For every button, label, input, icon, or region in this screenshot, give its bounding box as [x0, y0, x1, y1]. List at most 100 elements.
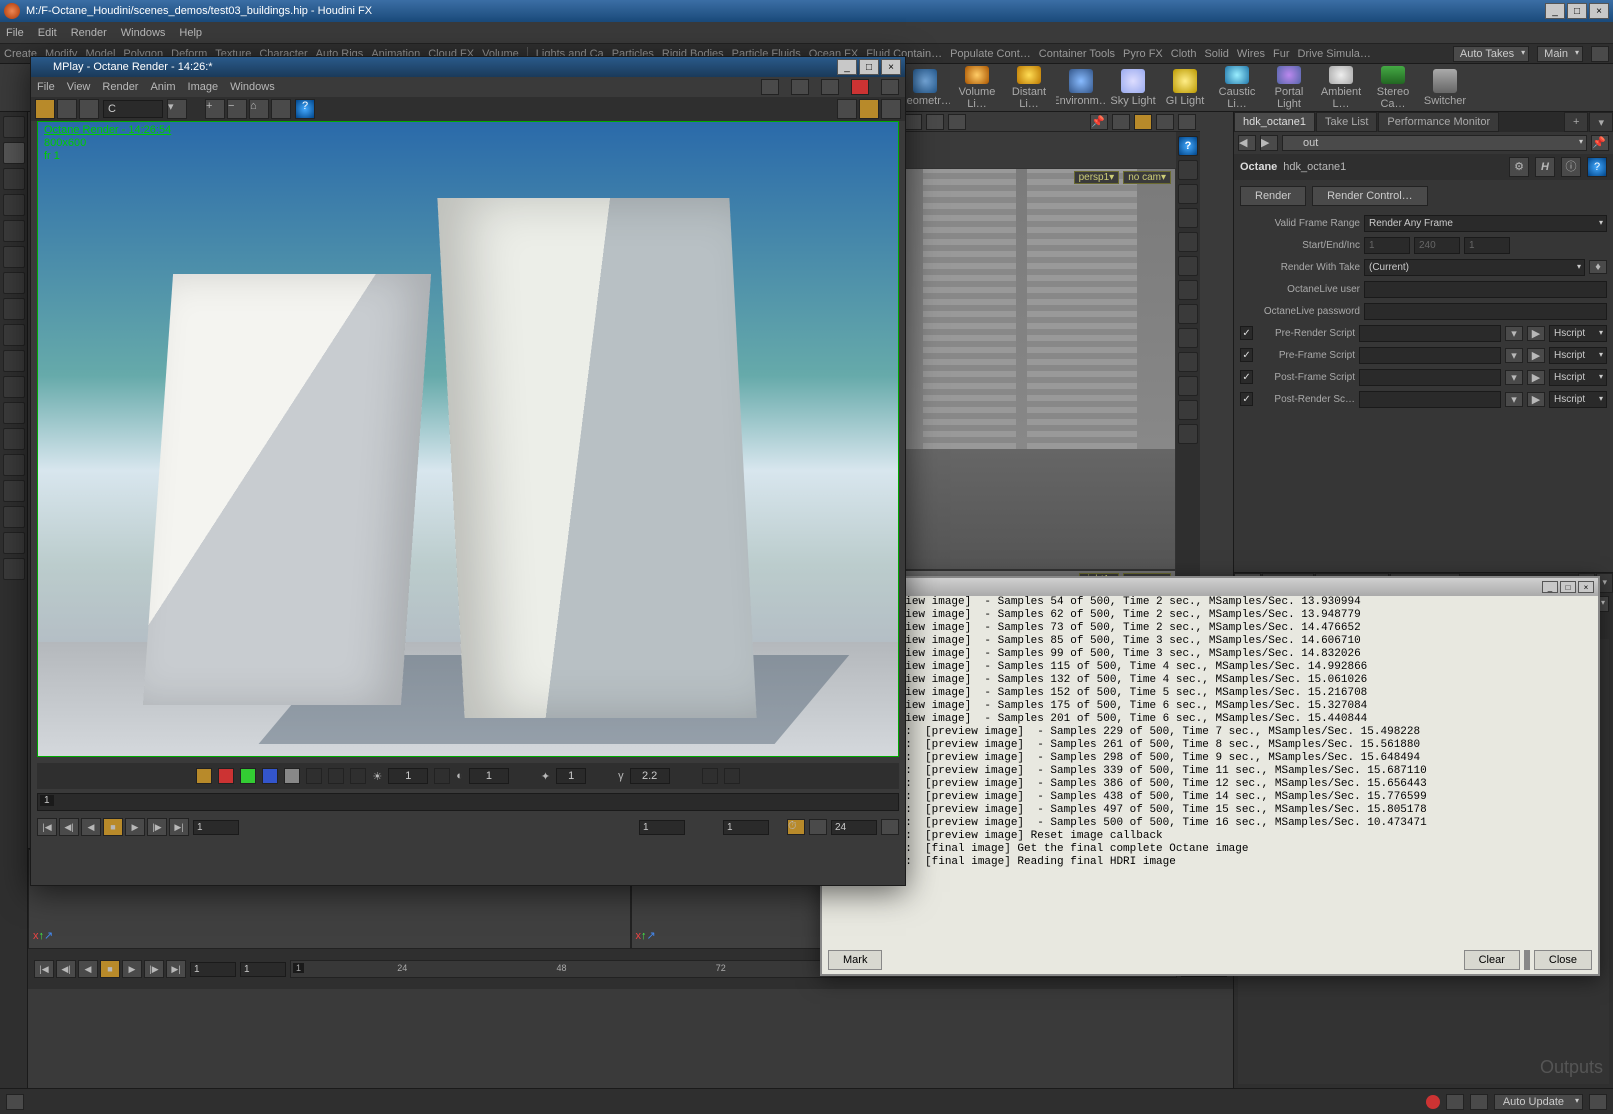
mp-btn[interactable]	[271, 99, 291, 119]
playhead[interactable]: 1	[40, 795, 54, 806]
mp-btn[interactable]	[79, 99, 99, 119]
tool-e[interactable]	[3, 350, 25, 372]
tool-scale[interactable]	[3, 220, 25, 242]
mark-button[interactable]: Mark	[828, 950, 882, 970]
vp-tool[interactable]	[1178, 160, 1198, 180]
vp-tool[interactable]	[1178, 280, 1198, 300]
swatch-g[interactable]	[240, 768, 256, 784]
user-field[interactable]	[1364, 281, 1607, 298]
gamma[interactable]: 2.2	[630, 768, 670, 784]
parm-tab[interactable]: Take List	[1316, 112, 1377, 132]
play-rev-button[interactable]: ◀	[78, 960, 98, 978]
vp-btn[interactable]	[948, 114, 966, 130]
main-combo[interactable]: Main	[1537, 46, 1583, 62]
mp-tool[interactable]	[881, 79, 899, 95]
status-dot[interactable]	[1426, 1095, 1440, 1109]
mp-btn[interactable]	[809, 819, 827, 835]
lang-combo[interactable]: Hscript	[1549, 347, 1607, 364]
path-field[interactable]: out	[1282, 135, 1587, 151]
menu-anim[interactable]: Anim	[150, 81, 175, 93]
play-rev-button[interactable]: ◀	[81, 818, 101, 836]
mp-btn[interactable]	[434, 768, 450, 784]
titlebar[interactable]: M:/F-Octane_Houdini/scenes_demos/test03_…	[0, 0, 1613, 22]
inc-field[interactable]	[1464, 237, 1510, 254]
menu-edit[interactable]: Edit	[38, 27, 57, 39]
stop-button[interactable]: ■	[103, 818, 123, 836]
update-mode[interactable]: Auto Update	[1494, 1094, 1583, 1110]
vp-tool[interactable]	[1178, 376, 1198, 396]
first-frame-button[interactable]: |◀	[34, 960, 54, 978]
status-btn[interactable]	[6, 1094, 24, 1110]
shelf-tab[interactable]: Drive Simula…	[1298, 48, 1371, 60]
vp-btn[interactable]	[904, 114, 922, 130]
shelf-tool[interactable]: Portal Light	[1264, 66, 1314, 110]
render-button[interactable]: Render	[1240, 186, 1306, 206]
password-field[interactable]	[1364, 303, 1607, 320]
camera-badge[interactable]: persp1▾	[1074, 171, 1120, 184]
mplay-timeline[interactable]: 1	[37, 793, 899, 811]
tool-g[interactable]	[3, 402, 25, 424]
swatch-b[interactable]	[262, 768, 278, 784]
shelf-tool[interactable]: Switcher	[1420, 66, 1470, 110]
tool-j[interactable]	[3, 480, 25, 502]
shelf-tool[interactable]: Caustic Li…	[1212, 66, 1262, 110]
channel-field[interactable]	[103, 100, 163, 118]
vp-tool[interactable]	[1178, 352, 1198, 372]
mp-btn[interactable]	[702, 768, 718, 784]
clear-button[interactable]: Clear	[1464, 950, 1520, 970]
mp-btn[interactable]	[35, 99, 55, 119]
menu-help[interactable]: Help	[179, 27, 202, 39]
record-icon[interactable]	[851, 79, 869, 95]
tab-menu[interactable]: ▾	[1589, 112, 1613, 132]
vp-btn[interactable]	[1156, 114, 1174, 130]
h-icon[interactable]: H	[1535, 157, 1555, 177]
menu-windows[interactable]: Windows	[230, 81, 275, 93]
run-icon[interactable]: ▶	[1527, 326, 1545, 341]
vp-tool[interactable]	[1178, 304, 1198, 324]
tool-a[interactable]	[3, 246, 25, 268]
swatch[interactable]	[196, 768, 212, 784]
vp-tool[interactable]	[1178, 208, 1198, 228]
shelf-tab[interactable]: Wires	[1237, 48, 1265, 60]
tool-f[interactable]	[3, 376, 25, 398]
chevron-down-icon[interactable]: ▾	[1505, 392, 1523, 407]
menu-view[interactable]: View	[67, 81, 91, 93]
chevron-down-icon[interactable]: ▾	[1505, 370, 1523, 385]
checkbox[interactable]: ✓	[1240, 348, 1253, 362]
add-tab[interactable]: +	[1564, 112, 1588, 132]
mplay-viewport[interactable]: Octane Render - 14:26:54 800x600 fr 1	[37, 121, 899, 757]
shelf-tool[interactable]: Volume Li…	[952, 66, 1002, 110]
shelf-tab[interactable]: Fur	[1273, 48, 1290, 60]
tool-select[interactable]	[3, 142, 25, 164]
start-field[interactable]	[1364, 237, 1410, 254]
tool-i[interactable]	[3, 454, 25, 476]
tool-view[interactable]	[3, 116, 25, 138]
lang-combo[interactable]: Hscript	[1549, 391, 1607, 408]
shelf-tool[interactable]: Ambient L…	[1316, 66, 1366, 110]
end-field[interactable]	[1414, 237, 1460, 254]
shelf-btn[interactable]	[1591, 46, 1609, 62]
vp-tool[interactable]	[1178, 328, 1198, 348]
chevron-down-icon[interactable]: ▾	[167, 99, 187, 119]
console-output[interactable]: NFOR: [preview image] - Samples 54 of 50…	[826, 596, 1594, 944]
script-field[interactable]	[1359, 325, 1501, 342]
shelf-tab[interactable]: Solid	[1204, 48, 1228, 60]
zoom-out-icon[interactable]: −	[227, 99, 247, 119]
chevron-down-icon[interactable]: ▾	[1505, 326, 1523, 341]
takes-combo[interactable]: Auto Takes	[1453, 46, 1529, 62]
mp-btn[interactable]	[306, 768, 322, 784]
home-icon[interactable]: ⌂	[249, 99, 269, 119]
play-button[interactable]: ▶	[125, 818, 145, 836]
status-btn[interactable]	[1470, 1094, 1488, 1110]
script-field[interactable]	[1359, 391, 1501, 408]
stop-button[interactable]: ■	[100, 960, 120, 978]
exposure[interactable]: 1	[556, 768, 586, 784]
shelf-tool[interactable]: Environm…	[1056, 66, 1106, 110]
take-opt[interactable]: ♦	[1589, 260, 1607, 274]
close-button[interactable]: ×	[1578, 581, 1594, 593]
start-frame[interactable]	[190, 962, 236, 977]
gear-icon[interactable]: ⚙	[1509, 157, 1529, 177]
shelf-tool[interactable]: Geometr…	[900, 66, 950, 110]
current-frame[interactable]	[240, 962, 286, 977]
shelf-tool[interactable]: Distant Li…	[1004, 66, 1054, 110]
